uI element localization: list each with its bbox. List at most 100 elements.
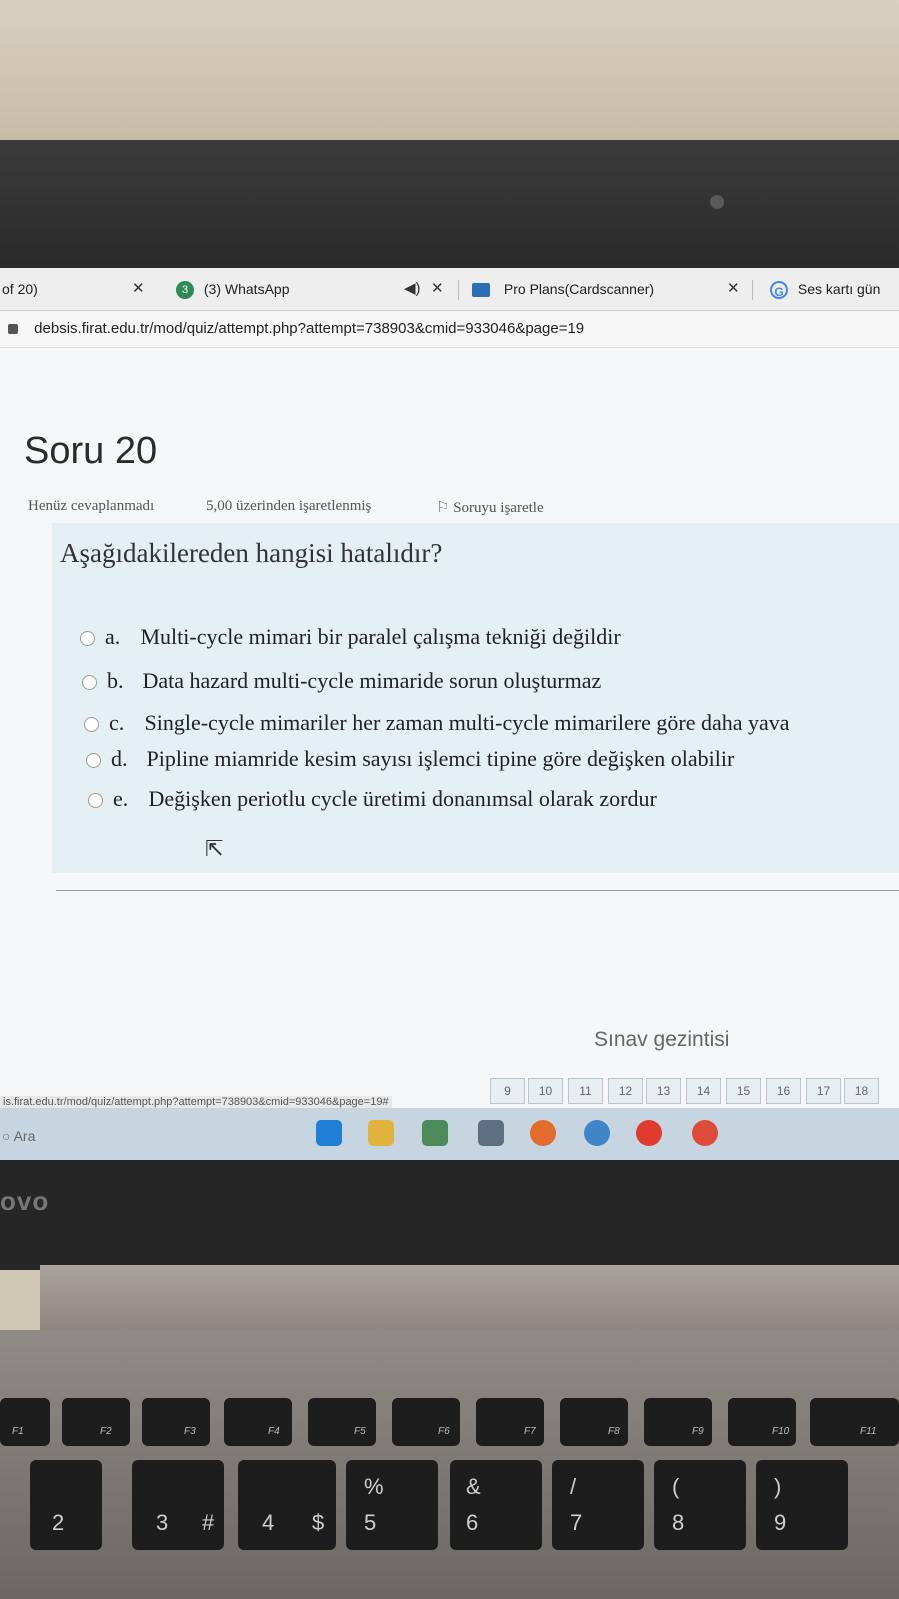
grade-info: 5,00 üzerinden işaretlenmiş — [206, 498, 372, 514]
radio-button[interactable] — [80, 631, 95, 647]
nav-button-9[interactable]: 9 — [490, 1078, 525, 1104]
speaker-icon[interactable]: ◀) — [404, 276, 421, 302]
key-f1[interactable]: F1 — [0, 1398, 50, 1446]
option-text: Data hazard multi-cycle mimaride sorun o… — [142, 668, 602, 693]
store-icon[interactable] — [422, 1120, 448, 1146]
opera-icon[interactable] — [636, 1120, 662, 1146]
tab-label: Ses kartı gün — [797, 281, 881, 297]
key-f3[interactable]: F3 — [142, 1398, 210, 1446]
flag-icon: ⚐ — [436, 500, 450, 516]
key-label: 5 — [364, 1510, 377, 1535]
nav-button-10[interactable]: 10 — [528, 1078, 563, 1104]
option-e[interactable]: e. Değişken periotlu cycle üretimi donan… — [88, 786, 657, 812]
nav-button-17[interactable]: 17 — [806, 1078, 841, 1104]
nav-button-12[interactable]: 12 — [608, 1078, 643, 1104]
keyboard-app-icon[interactable] — [478, 1120, 504, 1146]
option-text: Pipline miamride kesim sayısı işlemci ti… — [146, 746, 735, 771]
key-label: 3 — [156, 1510, 169, 1535]
tab-quiz[interactable]: of 20) ✕ — [2, 276, 162, 302]
option-letter: e. — [113, 786, 129, 811]
key-label: 8 — [672, 1510, 685, 1535]
key-label: F3 — [184, 1426, 196, 1437]
question-box — [52, 523, 899, 873]
search-placeholder: Ara — [13, 1128, 36, 1144]
option-c[interactable]: c. Single-cycle mimariler her zaman mult… — [84, 710, 790, 736]
mouse-cursor-icon: ⇱ — [205, 836, 224, 861]
key-label: F1 — [12, 1426, 24, 1437]
key-5[interactable]: 5% — [346, 1460, 438, 1550]
option-letter: c. — [109, 710, 125, 735]
close-icon[interactable]: ✕ — [431, 276, 444, 302]
key-8[interactable]: 8( — [654, 1460, 746, 1550]
key-label: F10 — [772, 1426, 790, 1437]
key-label: F4 — [268, 1426, 280, 1437]
radio-button[interactable] — [84, 717, 99, 733]
folder-icon[interactable] — [368, 1120, 394, 1146]
key-4[interactable]: 4 $ — [238, 1460, 336, 1550]
option-a[interactable]: a. Multi-cycle mimari bir paralel çalışm… — [80, 624, 621, 650]
tab-whatsapp[interactable]: 3 (3) WhatsApp ◀) ✕ — [176, 276, 456, 302]
tab-google[interactable]: G Ses kartı gün — [770, 276, 899, 302]
app-icon[interactable] — [584, 1120, 610, 1146]
option-text: Multi-cycle mimari bir paralel çalışma t… — [140, 624, 621, 649]
brand-logo: ovo — [0, 1186, 50, 1216]
key-f11[interactable]: F11 — [810, 1398, 899, 1446]
key-9[interactable]: 9) — [756, 1460, 848, 1550]
nav-button-11[interactable]: 11 — [568, 1078, 603, 1104]
key-symbol: $ — [312, 1510, 325, 1535]
flag-question-link[interactable]: ⚐ Soruyu işaretle — [436, 498, 544, 517]
tab-divider — [458, 280, 459, 300]
key-label: 7 — [570, 1510, 583, 1535]
nav-button-15[interactable]: 15 — [726, 1078, 761, 1104]
key-f2[interactable]: F2 — [62, 1398, 130, 1446]
edge-icon[interactable] — [316, 1120, 342, 1146]
option-d[interactable]: d. Pipline miamride kesim sayısı işlemci… — [86, 746, 734, 772]
key-label: F11 — [860, 1426, 877, 1437]
tab-label: (3) WhatsApp — [203, 281, 290, 297]
key-label: F8 — [608, 1426, 620, 1437]
key-f8[interactable]: F8 — [560, 1398, 628, 1446]
nav-button-14[interactable]: 14 — [686, 1078, 721, 1104]
key-f6[interactable]: F6 — [392, 1398, 460, 1446]
url-text: debsis.firat.edu.tr/mod/quiz/attempt.php… — [34, 320, 585, 337]
key-2[interactable]: 2 — [30, 1460, 102, 1550]
page-content: Soru 20 Henüz cevaplanmadı 5,00 üzerinde… — [0, 348, 899, 1108]
address-bar[interactable]: debsis.firat.edu.tr/mod/quiz/attempt.php… — [0, 311, 899, 348]
tab-proplans[interactable]: Pro Plans(Cardscanner) ✕ — [472, 276, 762, 302]
key-f4[interactable]: F4 — [224, 1398, 292, 1446]
key-symbol: & — [466, 1474, 481, 1499]
taskbar-search[interactable]: ○ Ara — [2, 1128, 35, 1144]
key-f7[interactable]: F7 — [476, 1398, 544, 1446]
option-text: Değişken periotlu cycle üretimi donanıms… — [148, 786, 657, 811]
option-letter: d. — [111, 746, 128, 771]
divider-line — [56, 890, 899, 891]
key-symbol: % — [364, 1474, 384, 1499]
key-label: 9 — [774, 1510, 787, 1535]
nav-button-18[interactable]: 18 — [844, 1078, 879, 1104]
key-f5[interactable]: F5 — [308, 1398, 376, 1446]
key-f10[interactable]: F10 — [728, 1398, 796, 1446]
nav-button-13[interactable]: 13 — [646, 1078, 681, 1104]
radio-button[interactable] — [88, 793, 103, 809]
firefox-icon[interactable] — [530, 1120, 556, 1146]
key-6[interactable]: 6 & — [450, 1460, 542, 1550]
radio-button[interactable] — [86, 753, 101, 769]
key-symbol: ) — [774, 1474, 782, 1499]
close-icon[interactable]: ✕ — [132, 276, 145, 302]
close-icon[interactable]: ✕ — [727, 276, 740, 302]
chrome-icon[interactable] — [692, 1120, 718, 1146]
question-title: Soru 20 — [24, 430, 158, 472]
key-label: F2 — [100, 1426, 112, 1437]
key-label: F5 — [354, 1426, 366, 1437]
radio-button[interactable] — [82, 675, 97, 691]
key-3[interactable]: 3 # — [132, 1460, 224, 1550]
answer-status: Henüz cevaplanmadı — [28, 498, 155, 514]
flag-label: Soruyu işaretle — [453, 500, 544, 516]
key-f9[interactable]: F9 — [644, 1398, 712, 1446]
nav-button-16[interactable]: 16 — [766, 1078, 801, 1104]
option-letter: b. — [107, 668, 124, 693]
key-symbol: # — [202, 1510, 215, 1535]
lower-bezel — [0, 1160, 899, 1270]
key-7[interactable]: 7/ — [552, 1460, 644, 1550]
option-b[interactable]: b. Data hazard multi-cycle mimaride soru… — [82, 668, 601, 694]
